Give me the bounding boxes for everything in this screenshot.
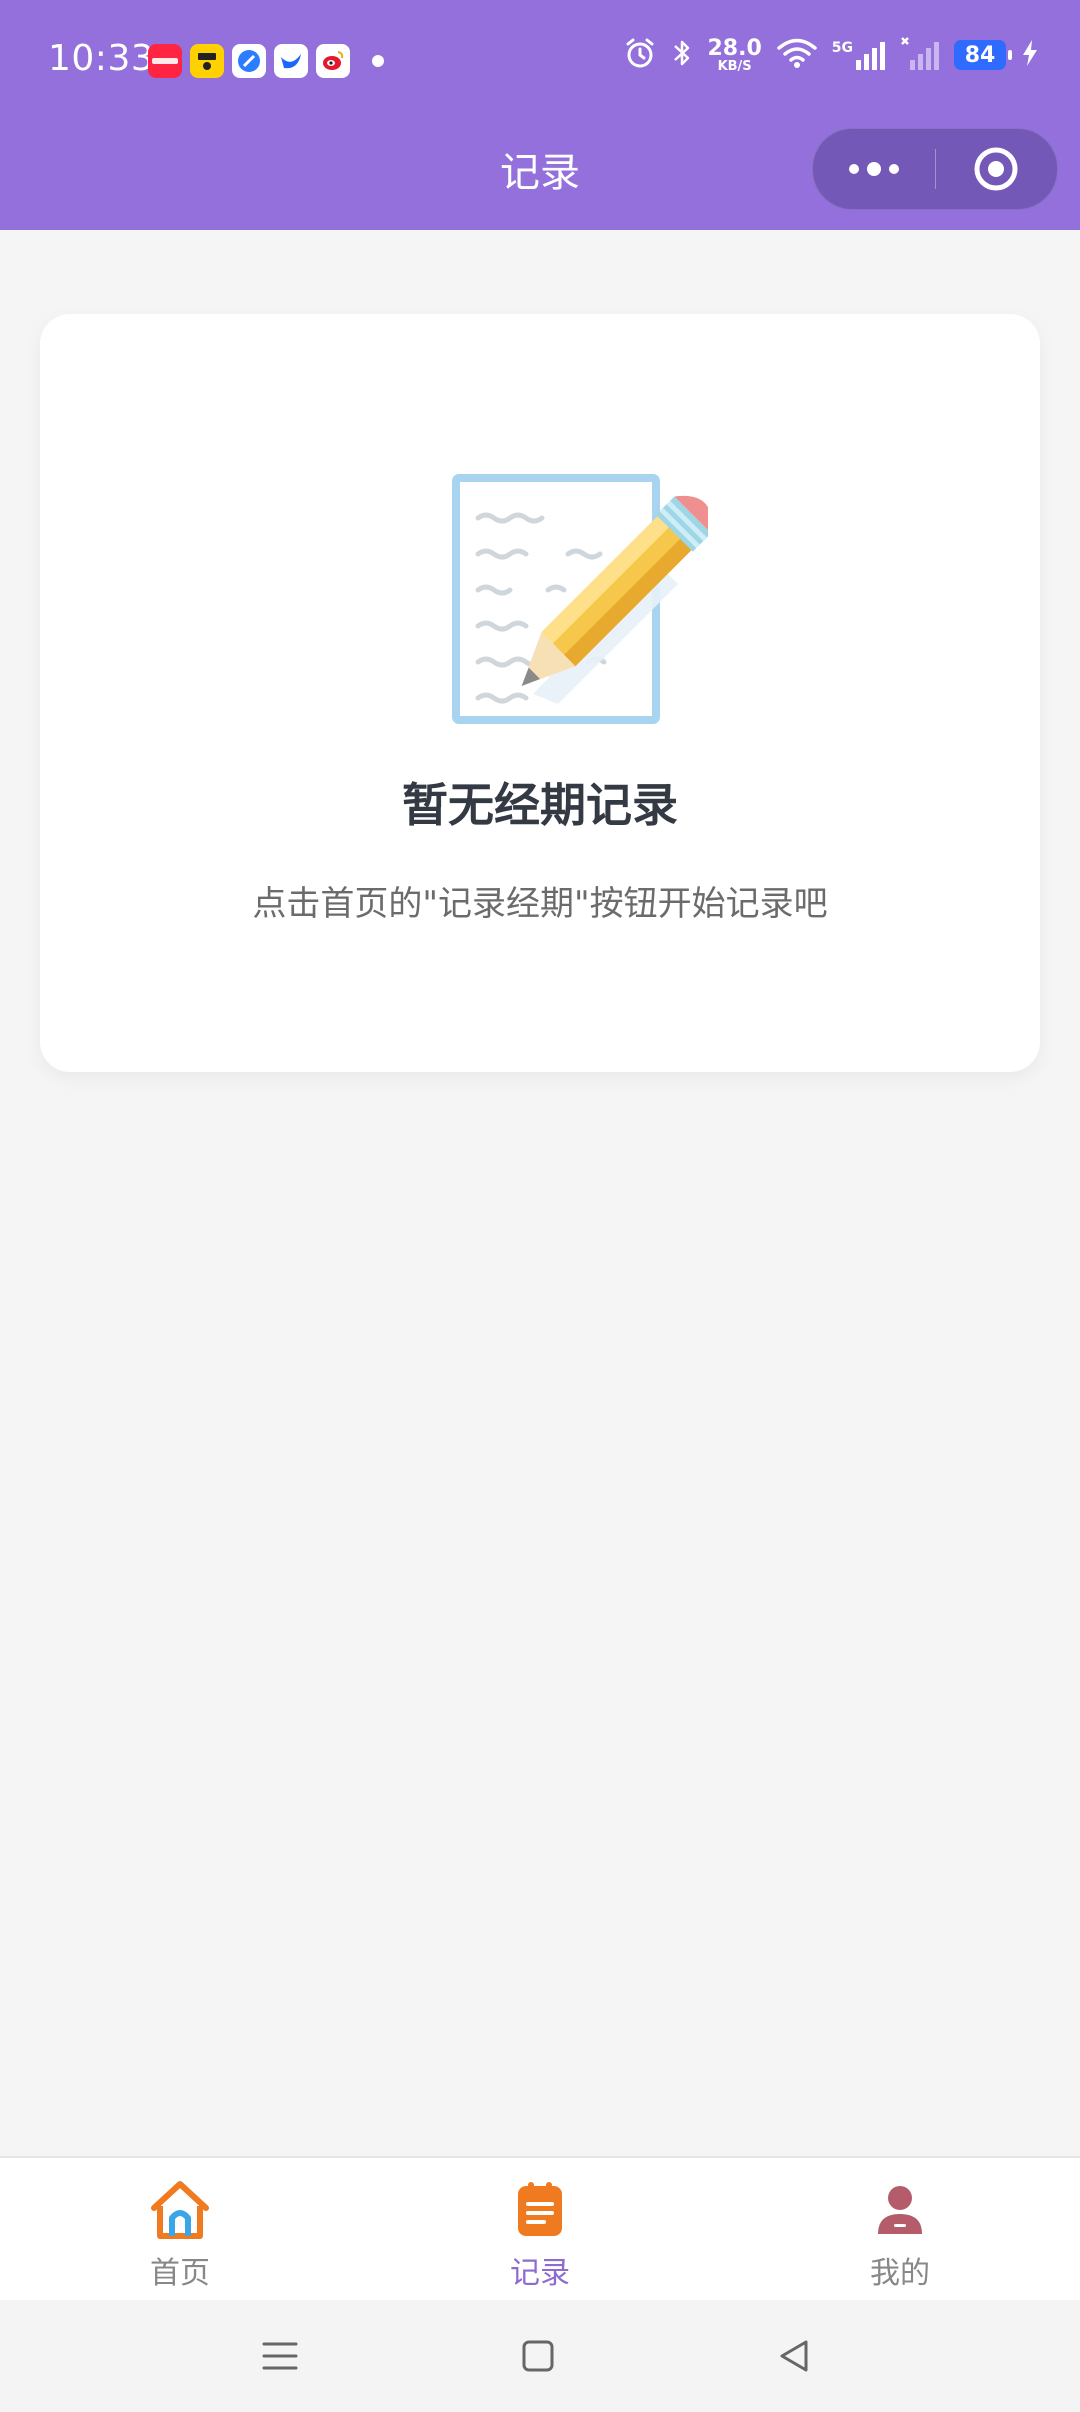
- back-button[interactable]: [764, 2328, 824, 2384]
- weibo-icon: [316, 44, 350, 78]
- back-triangle-icon: [780, 2340, 808, 2372]
- status-time: 10:33: [48, 38, 155, 79]
- records-icon: [508, 2178, 572, 2242]
- recent-apps-button[interactable]: [250, 2328, 310, 2384]
- target-close-icon: [974, 147, 1018, 191]
- more-dots-icon: [849, 162, 899, 176]
- tab-profile[interactable]: 我的: [720, 2158, 1080, 2302]
- browser-icon: [232, 44, 266, 78]
- tab-records[interactable]: 记录: [360, 2158, 720, 2302]
- app-header: 10:33 28.0 KB/S 5G 84 记录: [0, 0, 1080, 230]
- alarm-icon: [623, 36, 657, 74]
- empty-state-description: 点击首页的"记录经期"按钮开始记录吧: [252, 884, 828, 924]
- xiaohongshu-icon: [148, 44, 182, 78]
- mini-program-capsule: [812, 128, 1058, 210]
- signal-no-sim-icon: [900, 36, 940, 74]
- system-navigation-bar: [0, 2300, 1080, 2412]
- battery-indicator: 84: [954, 40, 1012, 70]
- tab-home[interactable]: 首页: [0, 2158, 360, 2302]
- tab-profile-label: 我的: [870, 2256, 930, 2291]
- network-speed: 28.0 KB/S: [707, 35, 762, 74]
- more-notifications-dot: [372, 55, 384, 67]
- meituan-icon: [190, 44, 224, 78]
- bluetooth-icon: [671, 36, 693, 74]
- notification-app-icons: [148, 44, 384, 78]
- tab-home-label: 首页: [150, 2256, 210, 2291]
- tab-records-label: 记录: [510, 2256, 570, 2291]
- wifi-icon: [776, 36, 818, 74]
- empty-state-title: 暂无经期记录: [402, 778, 678, 832]
- signal-5g-icon: 5G: [832, 40, 886, 70]
- charging-icon: [1020, 38, 1040, 72]
- bottom-tab-bar: 首页 记录 我的: [0, 2156, 1080, 2302]
- home-icon: [148, 2178, 212, 2242]
- square-home-icon: [522, 2340, 554, 2372]
- home-nav-button[interactable]: [508, 2328, 568, 2384]
- close-mini-program-button[interactable]: [935, 129, 1057, 209]
- menu-lines-icon: [262, 2342, 298, 2370]
- more-button[interactable]: [813, 129, 935, 209]
- profile-icon: [868, 2178, 932, 2242]
- status-indicators: 28.0 KB/S 5G 84: [623, 36, 1040, 74]
- feishu-icon: [274, 44, 308, 78]
- notepad-pencil-illustration: [438, 454, 712, 738]
- empty-state-card: 暂无经期记录 点击首页的"记录经期"按钮开始记录吧: [40, 314, 1040, 1072]
- status-bar: 10:33 28.0 KB/S 5G 84: [0, 0, 1080, 120]
